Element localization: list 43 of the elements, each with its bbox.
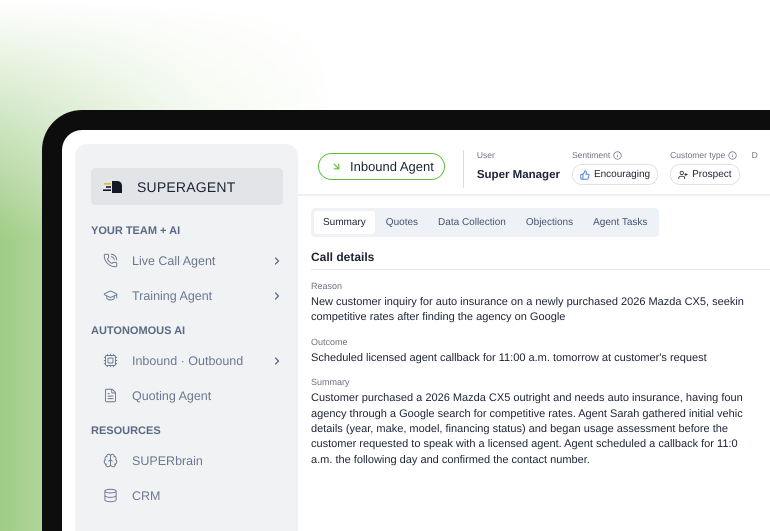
thumbs-up-icon xyxy=(580,170,590,180)
field-label: Sentiment xyxy=(572,150,658,160)
info-icon[interactable] xyxy=(728,150,738,160)
graduation-cap-icon xyxy=(103,288,118,303)
document-icon xyxy=(103,388,118,403)
detail-text: Customer purchased a 2026 Mazda CX5 outright and needs auto insurance, having foun agency through a Google search for competitive rates. Agent Sarah gathered initial vehic details (year, make, model, financing status) and began usage assessment before the customer requested to speak with a licensed agent. Agent scheduled a callback for 11:0 a.m. the following day and confirmed the contact number. xyxy=(311,391,744,468)
field-label: Customer type xyxy=(670,150,740,160)
sentiment-chip: Encouraging xyxy=(572,164,658,185)
section-heading: YOUR TEAM + AI xyxy=(91,225,182,237)
user-name: Super Manager xyxy=(476,169,560,181)
detail-label: Reason xyxy=(311,281,344,291)
person-plus-icon xyxy=(678,170,688,180)
detail-text: New customer inquiry for auto insurance on a newly purchased 2026 Mazda CX5, seekin competitive rates after finding the agency on Google xyxy=(311,295,745,326)
section-title: Call details xyxy=(311,250,770,270)
sidebar-item[interactable]: SUPERbrain xyxy=(91,443,283,478)
sidebar-item[interactable]: Quoting Agent xyxy=(91,378,283,413)
sidebar-item[interactable]: CRM xyxy=(91,478,283,513)
info-icon[interactable] xyxy=(613,150,622,160)
phone-icon xyxy=(103,253,118,268)
section-heading: RESOURCES xyxy=(91,425,162,437)
database-icon xyxy=(103,488,118,503)
chip-icon xyxy=(103,353,118,368)
detail-label: Outcome xyxy=(311,336,349,347)
customer-type-chip: Prospect xyxy=(670,164,740,185)
tab[interactable]: Objections xyxy=(516,211,582,234)
brand-name: SUPERAGENT xyxy=(137,178,236,194)
detail-label: Summary xyxy=(311,377,351,388)
logo-icon xyxy=(103,180,123,194)
section-heading: AUTONOMOUS AI xyxy=(91,325,186,337)
detail-text: Scheduled licensed agent callback for 11:00 a.m. tomorrow at customer's request xyxy=(311,350,708,366)
tab[interactable]: Summary xyxy=(314,211,375,234)
tab[interactable]: Agent Tasks xyxy=(584,211,656,234)
arrow-down-right-icon xyxy=(331,161,342,172)
brain-icon xyxy=(103,453,118,468)
tab[interactable]: Quotes xyxy=(376,211,428,234)
sidebar-item[interactable]: Training Agent xyxy=(91,278,283,313)
sidebar-item[interactable]: Live Call Agent xyxy=(91,243,283,278)
field-label: User xyxy=(476,150,496,160)
brand-button[interactable]: SUPERAGENT xyxy=(91,168,283,205)
sidebar-item[interactable]: Inbound · Outbound xyxy=(91,343,283,378)
agent-badge: Inbound Agent xyxy=(318,153,445,180)
field-label: D xyxy=(752,150,758,160)
tab[interactable]: Data Collection xyxy=(429,211,515,234)
